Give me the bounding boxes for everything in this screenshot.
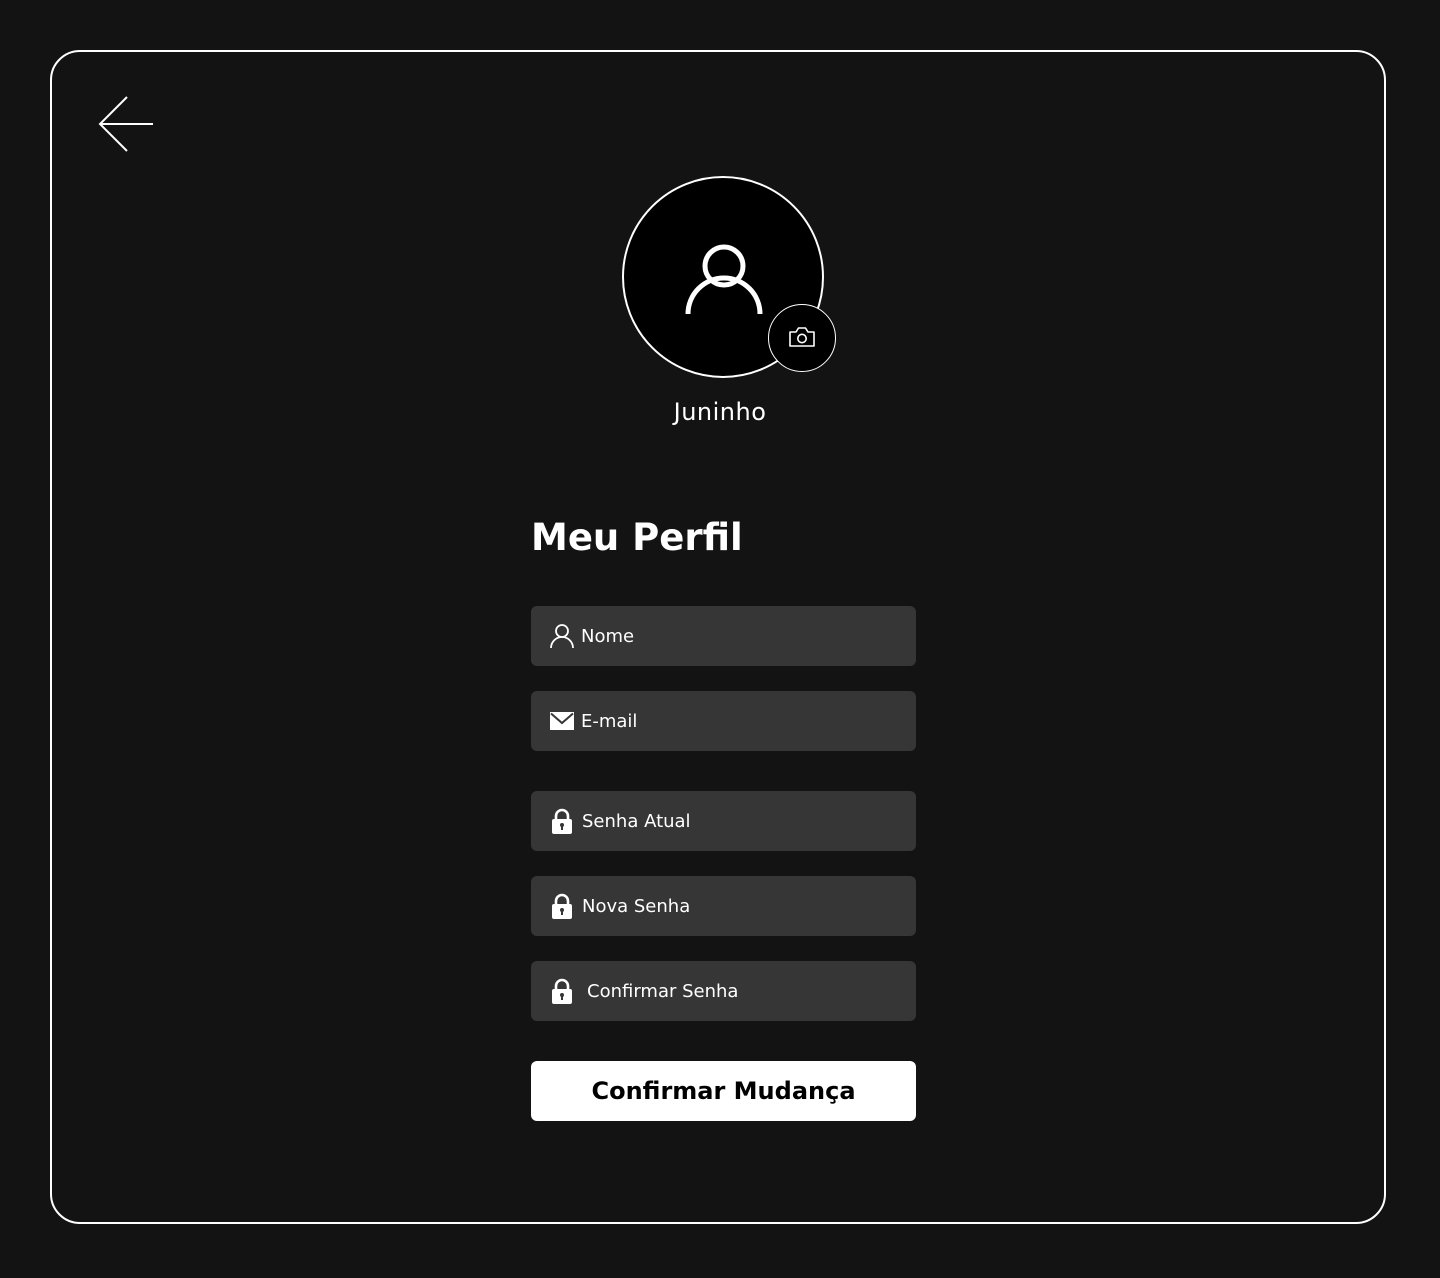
name-input[interactable]	[581, 606, 901, 666]
new-password-input[interactable]	[582, 876, 902, 936]
username: Juninho	[673, 398, 767, 426]
user-icon	[550, 624, 574, 649]
confirm-password-input[interactable]	[587, 961, 907, 1021]
confirm-change-button[interactable]: Confirmar Mudança	[531, 1061, 916, 1121]
arrow-left-icon	[98, 96, 153, 152]
lock-icon	[552, 808, 572, 834]
confirm-password-field[interactable]	[531, 961, 916, 1021]
change-photo-button[interactable]	[768, 304, 836, 372]
lock-icon	[552, 978, 572, 1004]
user-icon	[685, 244, 763, 315]
name-field[interactable]	[531, 606, 916, 666]
current-password-field[interactable]	[531, 791, 916, 851]
current-password-input[interactable]	[582, 791, 902, 851]
email-field[interactable]	[531, 691, 916, 751]
lock-icon	[552, 893, 572, 919]
mail-icon	[550, 712, 574, 730]
email-input[interactable]	[581, 691, 901, 751]
back-button[interactable]	[96, 94, 156, 154]
new-password-field[interactable]	[531, 876, 916, 936]
page-title: Meu Perfil	[531, 516, 743, 559]
camera-icon	[789, 327, 815, 347]
